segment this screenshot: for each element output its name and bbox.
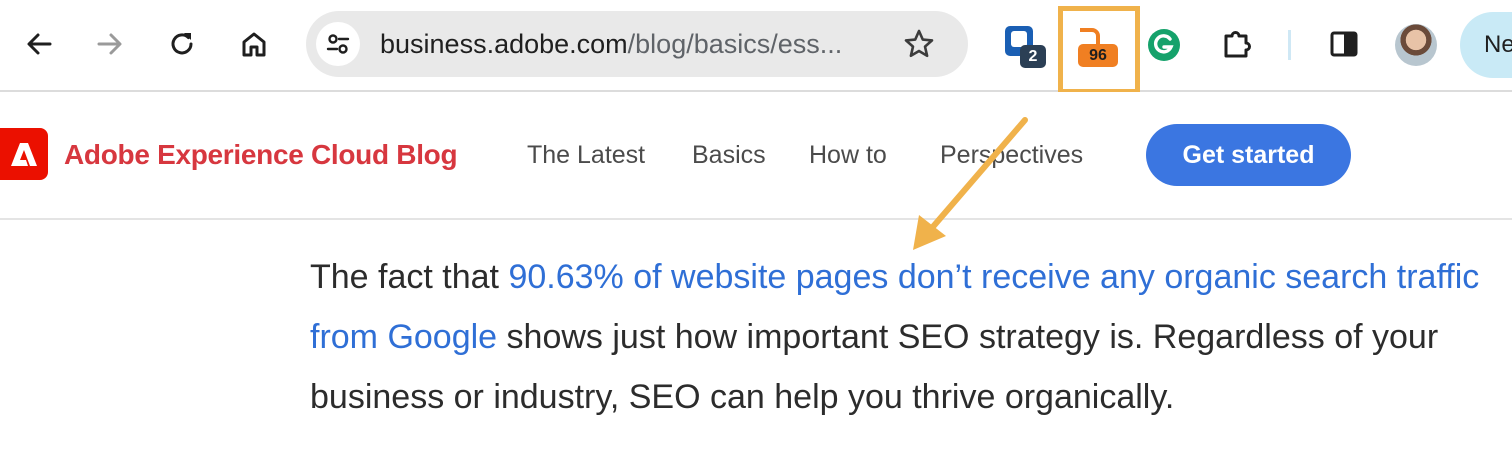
forward-button[interactable] <box>88 22 132 66</box>
bitwarden-badge: 2 <box>1020 45 1046 68</box>
adobe-logo[interactable] <box>0 128 48 180</box>
home-icon <box>242 32 266 57</box>
side-panel-icon <box>1330 31 1358 57</box>
profile-chip[interactable]: Ne <box>1460 12 1512 78</box>
toolbar-separator <box>1288 30 1291 60</box>
url-host: business.adobe.com <box>380 29 628 59</box>
bookmark-button[interactable] <box>898 23 940 65</box>
side-panel-button[interactable] <box>1322 22 1366 66</box>
profile-avatar[interactable] <box>1395 24 1437 66</box>
reload-icon <box>171 33 193 55</box>
extensions-button[interactable] <box>1215 22 1259 66</box>
star-icon <box>904 29 934 58</box>
site-info-button[interactable] <box>316 22 360 66</box>
nav-link-perspectives[interactable]: Perspectives <box>940 92 1083 218</box>
puzzle-icon <box>1224 31 1251 58</box>
get-started-button[interactable]: Get started <box>1146 124 1351 186</box>
browser-toolbar: business.adobe.com/blog/basics/ess... 2 … <box>0 0 1512 94</box>
nav-link-how-to[interactable]: How to <box>809 92 887 218</box>
extension-bitwarden[interactable]: 2 <box>1000 20 1052 72</box>
url-text[interactable]: business.adobe.com/blog/basics/ess... <box>380 11 890 77</box>
site-brand-title[interactable]: Adobe Experience Cloud Blog <box>64 92 458 218</box>
address-bar[interactable]: business.adobe.com/blog/basics/ess... <box>306 11 968 77</box>
nav-link-basics[interactable]: Basics <box>692 92 766 218</box>
site-header: Adobe Experience Cloud Blog The Latest B… <box>0 92 1512 220</box>
highlight-box <box>1058 6 1140 94</box>
url-path: /blog/basics/ess... <box>627 29 843 59</box>
reload-button[interactable] <box>160 22 204 66</box>
back-arrow-icon <box>27 33 52 55</box>
article-lead-text: The fact that <box>310 258 509 296</box>
back-button[interactable] <box>17 22 61 66</box>
grammarly-icon <box>1148 29 1180 61</box>
extension-grammarly[interactable] <box>1142 20 1194 72</box>
nav-link-the-latest[interactable]: The Latest <box>527 92 645 218</box>
article-paragraph: The fact that 90.63% of website pages do… <box>310 247 1500 427</box>
tune-icon <box>326 34 350 54</box>
home-button[interactable] <box>232 22 276 66</box>
adobe-logo-icon <box>11 143 37 166</box>
forward-arrow-icon <box>97 33 122 55</box>
